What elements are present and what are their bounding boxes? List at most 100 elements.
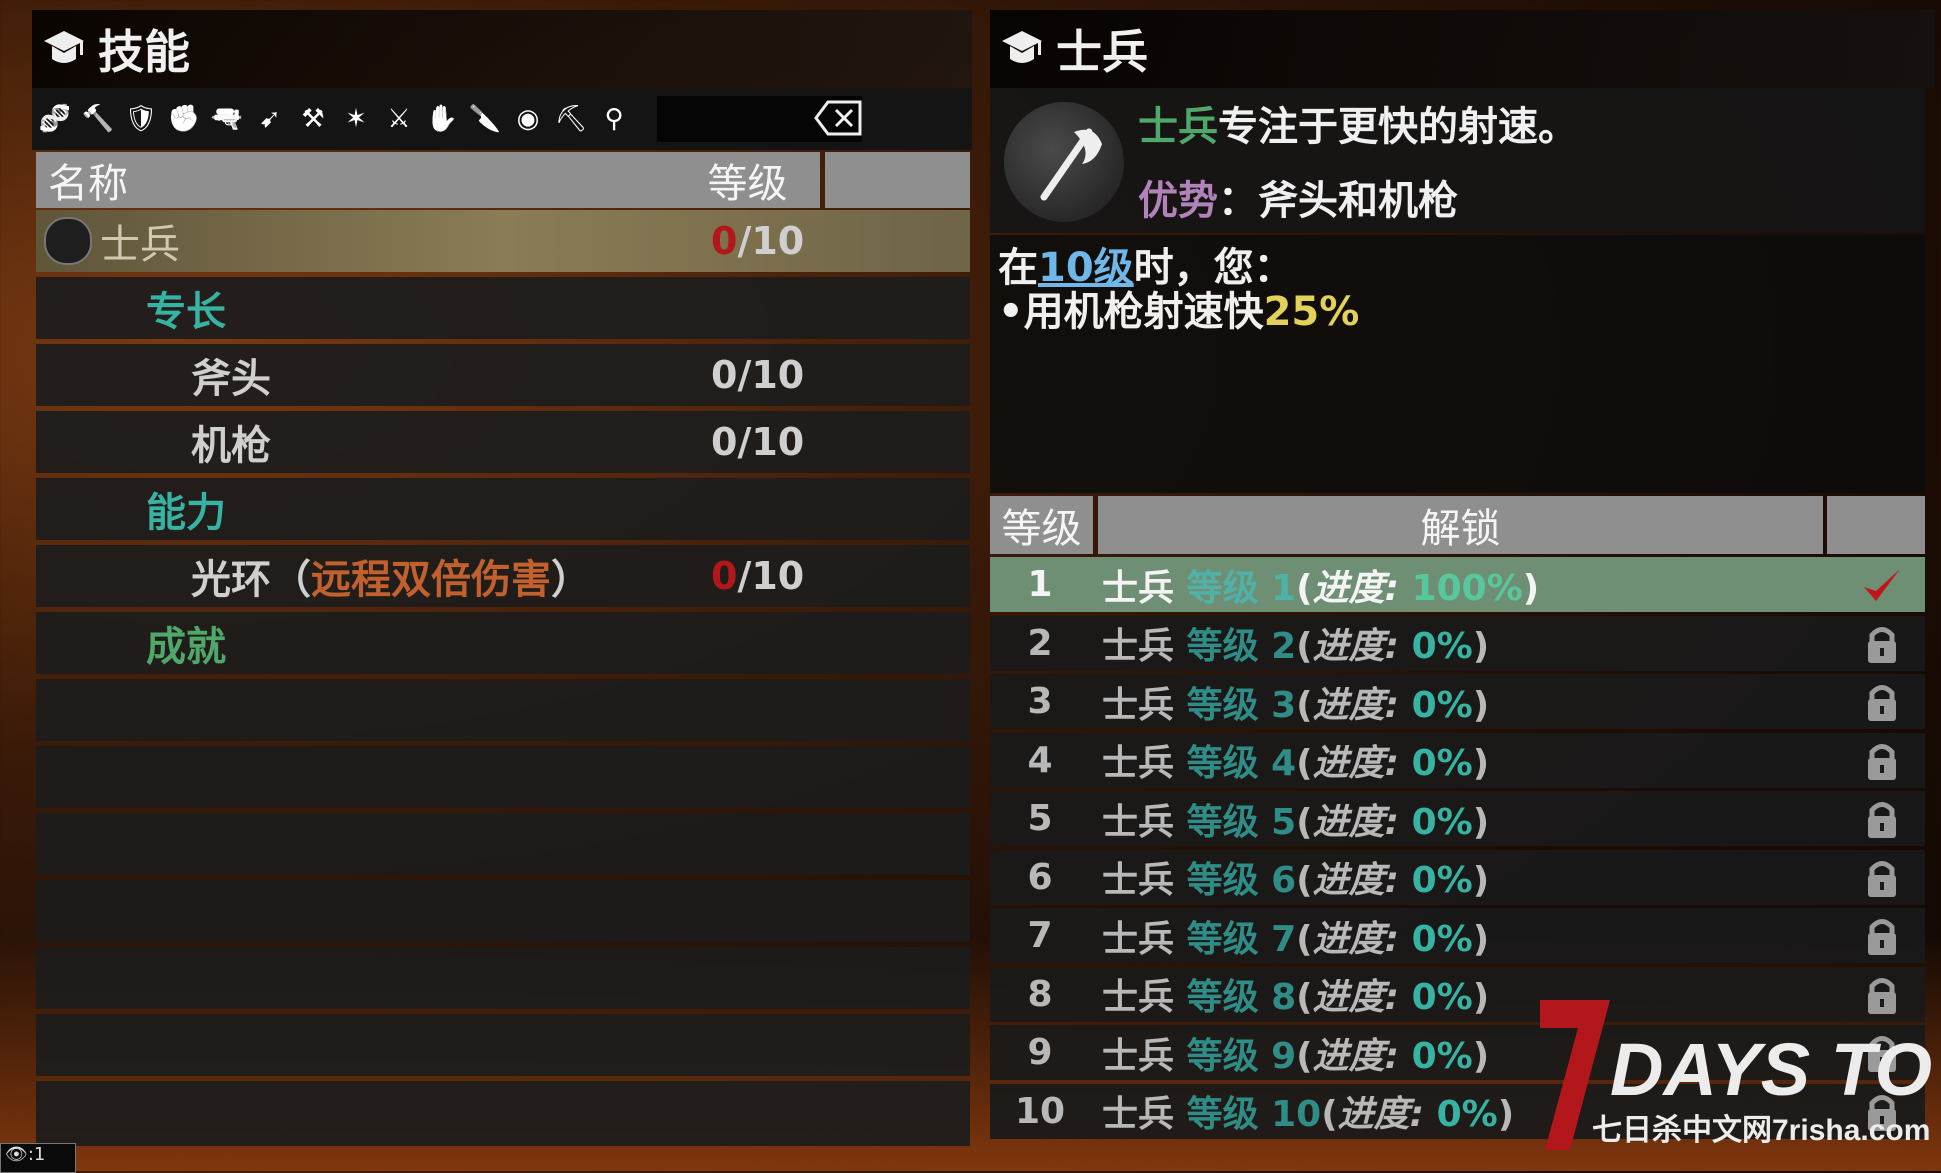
skill-row-machinegun[interactable]: 机枪 0/10	[36, 411, 970, 473]
crossed-blades-icon[interactable]: ⚔	[379, 99, 419, 139]
unlock-progress-value: 0%	[1411, 1035, 1473, 1077]
skill-row-soldier[interactable]: 士兵 0/10	[36, 210, 970, 272]
unlock-perk-name: 士兵	[1102, 1035, 1175, 1077]
claw-icon[interactable]: ✶	[336, 99, 376, 139]
perk-dna-icon[interactable]: 🧬	[35, 99, 75, 139]
section-label: 能力	[146, 490, 226, 536]
skill-name: 斧头	[191, 356, 271, 402]
section-row-achievements[interactable]: 成就	[36, 612, 970, 674]
unlock-level-number: 6	[1027, 856, 1053, 898]
unlock-level-number: 9	[1027, 1032, 1053, 1073]
unlock-row[interactable]: 1 士兵 等级 1(进度: 100%)	[990, 557, 1925, 612]
column-header-level-label: 等级	[707, 161, 788, 207]
shield-icon[interactable]: 🛡	[121, 99, 161, 139]
unlock-text: 士兵 等级 4(进度: 0%)	[1102, 743, 1490, 784]
skill-row-aura[interactable]: 光环（远程双倍伤害） 0/10	[36, 545, 970, 607]
perk-description-text: 专注于更快的射速。	[1218, 104, 1578, 150]
7-days-to-die-logo: DAYS TO DIE 七日杀中文网7risha.com	[1540, 1000, 1935, 1150]
spear-icon[interactable]: ⚲	[594, 99, 634, 139]
unlock-progress-label: 进度:	[1312, 626, 1400, 667]
checkmark-icon	[1864, 569, 1900, 601]
unlock-perk-name: 士兵	[1102, 918, 1175, 960]
unlock-text: 士兵 等级 8(进度: 0%)	[1102, 977, 1490, 1018]
graduation-cap-icon	[44, 31, 84, 63]
lock-icon	[1868, 743, 1896, 780]
unlock-perk-name: 士兵	[1102, 977, 1175, 1018]
skill-level: 0/10	[711, 353, 805, 397]
unlock-row[interactable]: 5 士兵 等级 5(进度: 0%)	[990, 791, 1925, 846]
perk-advantage: 优势：斧头和机枪	[1138, 168, 1458, 226]
soldier-perk-icon	[44, 217, 92, 265]
skill-row-axe[interactable]: 斧头 0/10	[36, 344, 970, 406]
unlock-progress-label: 进度:	[1312, 1035, 1400, 1077]
skills-title: 技能	[98, 25, 190, 79]
unlock-level-number: 2	[1027, 622, 1053, 664]
punch-icon[interactable]: ✋	[422, 99, 462, 139]
shotgun-icon[interactable]: ⚒	[293, 99, 333, 139]
unlock-progress-value: 0%	[1411, 626, 1473, 667]
empty-row	[36, 880, 970, 942]
unlock-text: 士兵 等级 10(进度: 0%)	[1102, 1094, 1515, 1135]
pistol-icon[interactable]: ➹	[250, 99, 290, 139]
lock-icon	[1868, 860, 1896, 897]
axe-icon[interactable]: ⛏	[551, 99, 591, 139]
unlock-text: 士兵 等级 7(进度: 0%)	[1102, 918, 1490, 960]
lock-icon	[1868, 685, 1896, 721]
unlock-row[interactable]: 6 士兵 等级 6(进度: 0%)	[990, 849, 1925, 905]
unlock-text: 士兵 等级 1(进度: 100%)	[1102, 567, 1540, 609]
unlock-level-number: 4	[1027, 739, 1053, 781]
knife-icon[interactable]: 🔪	[465, 99, 505, 139]
svg-text:七日杀中文网7risha.com: 七日杀中文网7risha.com	[1592, 1113, 1930, 1147]
aura-suffix: ）	[551, 557, 591, 603]
unlock-row[interactable]: 7 士兵 等级 7(进度: 0%)	[990, 908, 1925, 963]
unlock-text: 士兵 等级 2(进度: 0%)	[1102, 626, 1490, 667]
unlock-progress-label: 进度:	[1337, 1094, 1425, 1135]
unlock-header-unlock: 解锁	[1098, 496, 1823, 554]
unlock-level-label: 等级 3	[1186, 684, 1297, 726]
fist-icon[interactable]: ✊	[164, 99, 204, 139]
skill-level-current: 0	[711, 219, 738, 263]
skill-level-max: /10	[737, 219, 805, 263]
unlock-perk-name: 士兵	[1102, 567, 1175, 609]
advantage-label: 优势	[1138, 178, 1218, 224]
unlock-perk-name: 士兵	[1102, 860, 1175, 901]
column-header-name-label: 名称	[48, 161, 128, 207]
perk-level-detail: 在10级时，您： •用机枪射速快25%	[990, 235, 1925, 493]
section-row-ability[interactable]: 能力	[36, 478, 970, 540]
unlock-level-number: 7	[1027, 915, 1053, 956]
skill-level: 0/10	[711, 554, 804, 598]
svg-text:DAYS TO DIE: DAYS TO DIE	[1610, 1028, 1935, 1111]
unlock-level-number: 1	[1027, 564, 1053, 605]
section-row-specialty[interactable]: 专长	[36, 277, 970, 339]
hammer-icon[interactable]: 🔨	[78, 99, 118, 139]
unlock-progress-label: 进度:	[1312, 801, 1400, 843]
unlock-row[interactable]: 4 士兵 等级 4(进度: 0%)	[990, 732, 1925, 788]
skill-level: 0/10	[711, 420, 805, 464]
advantage-value: ：斧头和机枪	[1218, 178, 1458, 224]
empty-row	[36, 1014, 970, 1076]
unlock-text: 士兵 等级 3(进度: 0%)	[1102, 684, 1490, 726]
column-header-name[interactable]: 名称	[36, 152, 683, 208]
aura-prefix: 光环（	[191, 557, 311, 603]
clear-search-icon[interactable]	[814, 98, 864, 138]
rifle-icon[interactable]: 🔫	[207, 99, 247, 139]
skill-category-toolbar: 🧬 🔨 🛡 ✊ 🔫 ➹ ⚒ ✶ ⚔ ✋ 🔪 ◉ ⛏ ⚲	[32, 88, 972, 150]
unlock-progress-value: 0%	[1411, 743, 1473, 784]
unlock-level-label: 等级 4	[1186, 743, 1297, 784]
skill-name: 光环（远程双倍伤害）	[191, 547, 591, 605]
unlock-level-label: 等级 7	[1186, 918, 1297, 960]
hood-icon[interactable]: ◉	[508, 99, 548, 139]
unlock-level-label: 等级 9	[1186, 1035, 1297, 1077]
bonus-text: •用机枪射速快	[998, 289, 1264, 335]
skill-level: 0/10	[711, 219, 804, 263]
section-label: 专长	[146, 289, 226, 335]
perk-name-highlight: 士兵	[1138, 104, 1218, 150]
unlock-progress-value: 0%	[1411, 918, 1473, 960]
graduation-cap-icon	[1002, 31, 1042, 63]
unlock-row[interactable]: 2 士兵 等级 2(进度: 0%)	[990, 615, 1925, 671]
unlock-row[interactable]: 3 士兵 等级 3(进度: 0%)	[990, 674, 1925, 729]
unlock-progress-value: 0%	[1411, 684, 1473, 726]
lock-icon	[1868, 919, 1896, 955]
aura-highlight: 远程双倍伤害	[311, 557, 551, 603]
column-header-level[interactable]: 等级	[675, 152, 820, 208]
